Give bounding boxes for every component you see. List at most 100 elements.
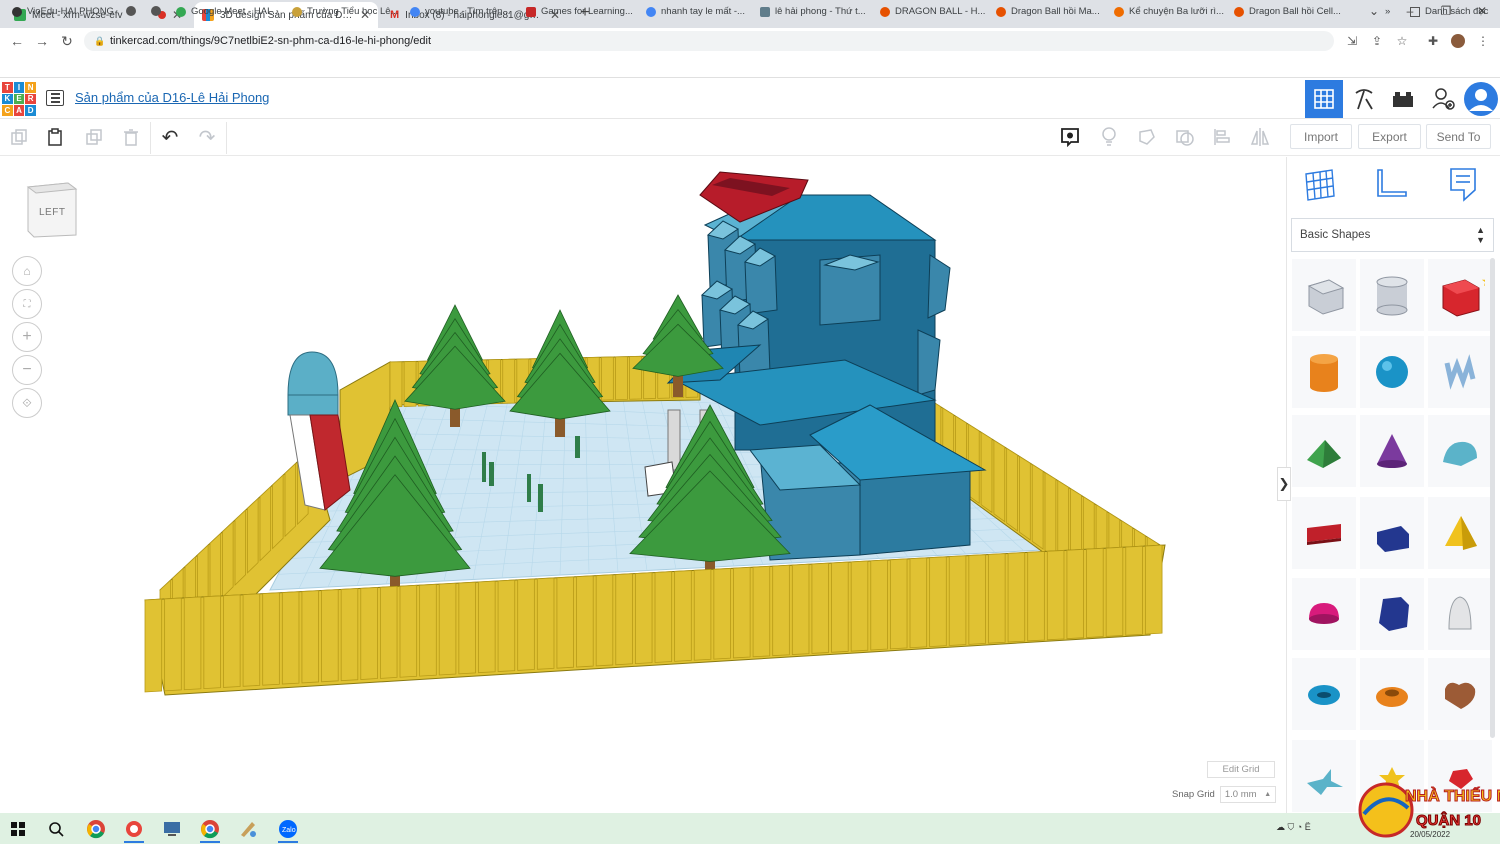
back-button[interactable]: ← bbox=[8, 33, 26, 49]
explorer-taskbar-button[interactable] bbox=[160, 817, 184, 841]
kebab-menu-icon[interactable]: ⋮ bbox=[1476, 34, 1490, 48]
notes-button[interactable] bbox=[1057, 124, 1083, 150]
shape-wedge[interactable] bbox=[1360, 497, 1424, 569]
zalo-taskbar-button[interactable]: Zalo bbox=[276, 817, 300, 843]
app-taskbar-button[interactable] bbox=[122, 817, 146, 843]
shape-box[interactable]: ★ bbox=[1428, 259, 1492, 331]
url-field[interactable]: 🔒 tinkercad.com/things/9C7netlbiE2-sn-ph… bbox=[84, 31, 1334, 51]
shape-heart[interactable] bbox=[1428, 658, 1492, 730]
reload-button[interactable]: ↻ bbox=[58, 33, 76, 50]
bookmark-item[interactable]: VioEdu-HAI PHONG bbox=[12, 6, 114, 17]
bookmark-item[interactable]: youtube - Tìm trên... bbox=[410, 6, 510, 17]
paint-taskbar-button[interactable] bbox=[236, 817, 260, 841]
bookmark-item[interactable] bbox=[151, 6, 161, 16]
google-meet-icon bbox=[176, 6, 186, 17]
search-button[interactable] bbox=[44, 817, 68, 841]
group-button[interactable] bbox=[1134, 124, 1160, 150]
shape-pyramid[interactable] bbox=[1428, 497, 1492, 569]
snap-grid-select[interactable]: 1.0 mm ▲ bbox=[1220, 786, 1276, 803]
bookmark-item[interactable]: nhanh tay le mất -... bbox=[646, 6, 745, 17]
polygon-icon bbox=[1379, 597, 1409, 631]
zoom-out-button[interactable]: − bbox=[12, 355, 42, 385]
shape-half-sphere[interactable] bbox=[1292, 578, 1356, 650]
bookmarks-overflow[interactable]: » bbox=[1385, 6, 1390, 17]
shapes-scrollbar[interactable] bbox=[1490, 258, 1495, 738]
workplane-canvas[interactable] bbox=[0, 157, 1285, 813]
tray-icons[interactable]: ☁ ⛉ ◔ Ё bbox=[1276, 822, 1311, 833]
profile-avatar[interactable] bbox=[1451, 34, 1465, 48]
install-icon[interactable]: ⇲ bbox=[1345, 34, 1359, 48]
delete-button[interactable] bbox=[118, 124, 144, 150]
extensions-icon[interactable]: ✚ bbox=[1426, 34, 1440, 48]
shape-box-hole[interactable] bbox=[1292, 259, 1356, 331]
send-to-button[interactable]: Send To bbox=[1426, 124, 1491, 149]
shape-paraboloid[interactable] bbox=[1428, 578, 1492, 650]
view-cube[interactable]: LEFT bbox=[26, 181, 78, 238]
fence-post bbox=[1066, 548, 1084, 640]
home-view-button[interactable]: ⌂ bbox=[12, 256, 42, 286]
shape-text[interactable] bbox=[1292, 497, 1356, 569]
star-icon[interactable]: ☆ bbox=[1395, 34, 1409, 48]
redo-button[interactable]: ↷ bbox=[194, 124, 220, 150]
bricks-view-button[interactable] bbox=[1384, 80, 1422, 118]
notes-tool[interactable] bbox=[1446, 166, 1482, 202]
project-title[interactable]: Sản phẩm của D16-Lê Hải Phong bbox=[75, 90, 269, 105]
zoom-in-button[interactable]: + bbox=[12, 322, 42, 352]
perspective-button[interactable]: ⟐ bbox=[12, 388, 42, 418]
logo-letter: D bbox=[25, 105, 36, 116]
collapse-panel-button[interactable]: ❯ bbox=[1277, 467, 1291, 501]
bookmark-item[interactable]: Google Meet - HAI... bbox=[176, 6, 278, 17]
bookmark-item[interactable]: Games for Learning... bbox=[526, 6, 633, 17]
fit-view-button[interactable]: ⛶ bbox=[12, 289, 42, 319]
workplane-tool[interactable] bbox=[1302, 166, 1338, 202]
share-icon[interactable]: ⇪ bbox=[1370, 34, 1384, 48]
bookmark-item[interactable]: lê hải phong - Thứ t... bbox=[760, 6, 866, 17]
shape-cylinder-hole[interactable] bbox=[1360, 259, 1424, 331]
shape-round-roof[interactable] bbox=[1428, 415, 1492, 487]
forward-button[interactable]: → bbox=[33, 33, 51, 49]
shape-roof[interactable] bbox=[1292, 415, 1356, 487]
bookmark-item[interactable]: Trường Tiểu học Lê... bbox=[292, 6, 398, 17]
shape-tube[interactable] bbox=[1360, 658, 1424, 730]
align-button[interactable] bbox=[1209, 124, 1235, 150]
blocks-view-button[interactable] bbox=[1345, 80, 1383, 118]
bookmark-item[interactable] bbox=[126, 6, 136, 16]
bookmark-item[interactable]: Kể chuyện Ba lưỡi rì... bbox=[1114, 6, 1224, 17]
design-menu-icon[interactable] bbox=[46, 90, 64, 106]
tab-search-icon[interactable]: ⌄ bbox=[1364, 4, 1384, 18]
ungroup-button[interactable] bbox=[1172, 124, 1198, 150]
shape-sphere[interactable] bbox=[1360, 336, 1424, 408]
bookmark-item[interactable]: Dragon Ball hồi Ma... bbox=[996, 6, 1100, 17]
duplicate-button[interactable] bbox=[81, 124, 107, 150]
ruler-tool[interactable] bbox=[1374, 166, 1410, 202]
watermark-emblem-icon bbox=[1358, 782, 1414, 838]
invite-button[interactable] bbox=[1424, 80, 1462, 118]
fence-post bbox=[1046, 550, 1065, 641]
select-arrows-icon: ▲ ▼ bbox=[1476, 225, 1485, 245]
undo-button[interactable]: ↶ bbox=[157, 124, 183, 150]
chrome-window-button[interactable] bbox=[198, 817, 222, 843]
export-button[interactable]: Export bbox=[1358, 124, 1421, 149]
shape-polygon[interactable] bbox=[1360, 578, 1424, 650]
copy-button[interactable] bbox=[6, 124, 32, 150]
import-button[interactable]: Import bbox=[1290, 124, 1352, 149]
3d-scene[interactable] bbox=[0, 157, 1285, 813]
shape-torus[interactable] bbox=[1292, 658, 1356, 730]
mirror-button[interactable] bbox=[1247, 124, 1273, 150]
edit-grid-button[interactable]: Edit Grid bbox=[1207, 761, 1275, 778]
tinkercad-logo[interactable]: T I N K E R C A D bbox=[2, 82, 36, 116]
shape-cylinder[interactable] bbox=[1292, 336, 1356, 408]
bookmark-item[interactable]: Dragon Ball hồi Cell... bbox=[1234, 6, 1341, 17]
shape-category-select[interactable]: Basic Shapes ▲ ▼ bbox=[1291, 218, 1494, 252]
shape-star[interactable] bbox=[1292, 740, 1356, 812]
user-avatar[interactable] bbox=[1462, 80, 1500, 118]
reading-list[interactable]: Danh sách đọc bbox=[1410, 6, 1488, 17]
chrome-taskbar-button[interactable] bbox=[84, 817, 108, 841]
shape-scribble[interactable] bbox=[1428, 336, 1492, 408]
bookmark-item[interactable]: DRAGON BALL - H... bbox=[880, 6, 985, 17]
3d-design-view-button[interactable] bbox=[1305, 80, 1343, 118]
shape-cone[interactable] bbox=[1360, 415, 1424, 487]
start-button[interactable] bbox=[6, 817, 30, 841]
light-button[interactable] bbox=[1096, 124, 1122, 150]
paste-button[interactable] bbox=[42, 124, 68, 150]
